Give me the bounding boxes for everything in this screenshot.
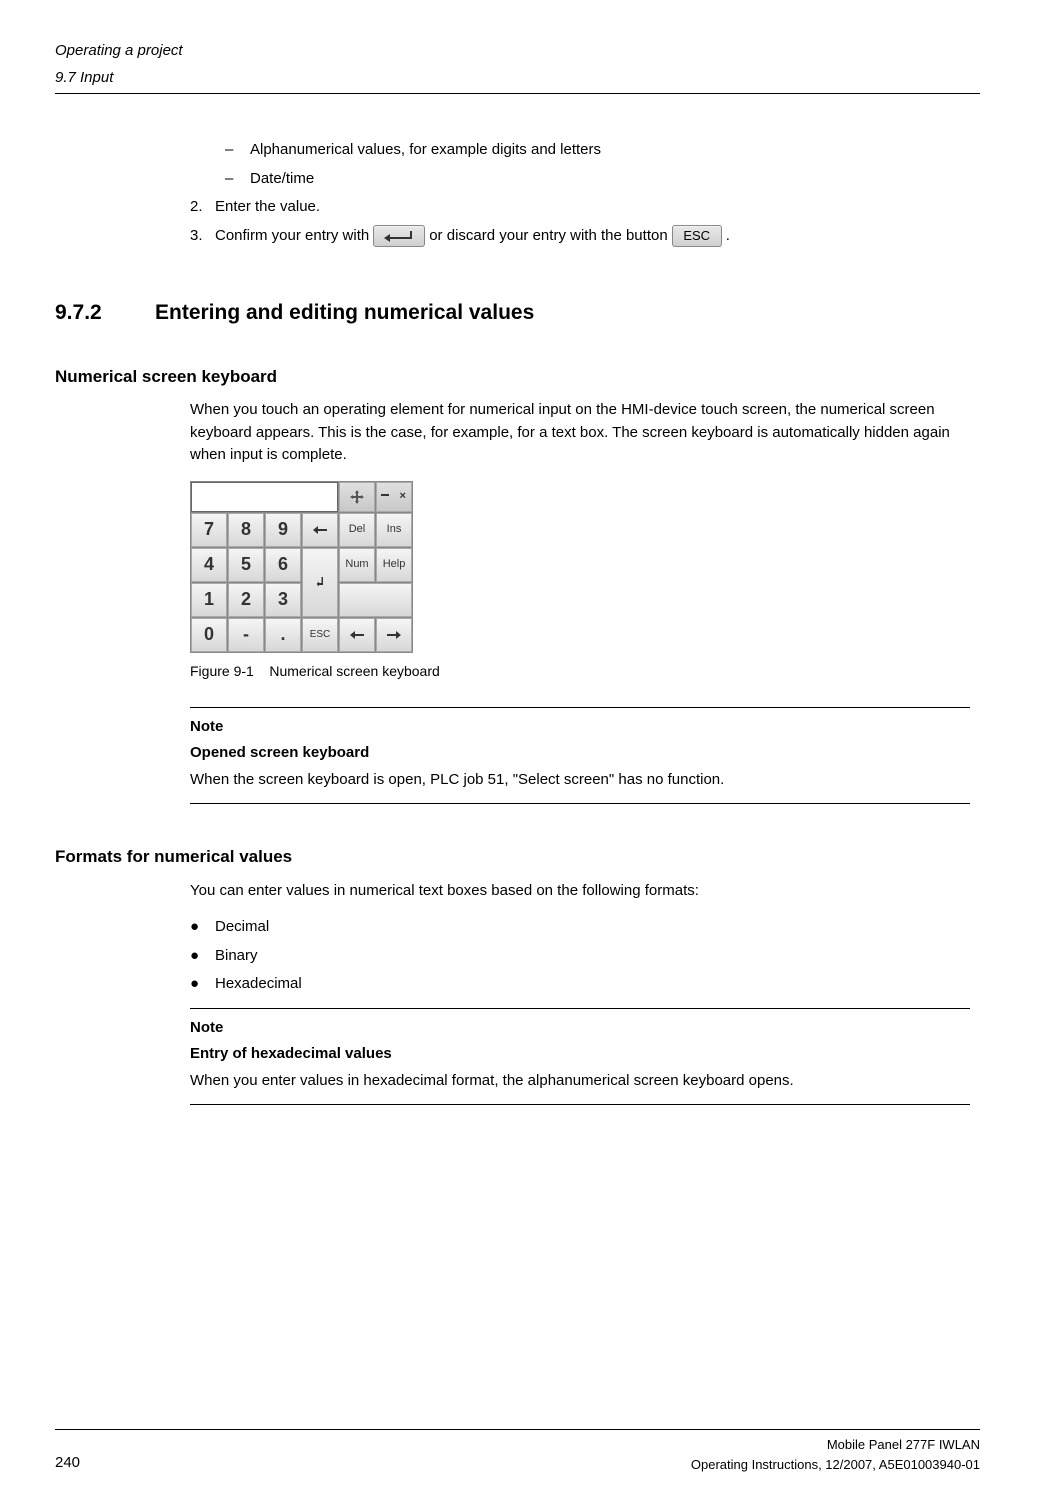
keypad-button-9[interactable]: 9 xyxy=(265,513,301,547)
para-formats: You can enter values in numerical text b… xyxy=(190,880,970,903)
keypad-minimize-button[interactable] xyxy=(377,494,394,499)
keypad-button-3[interactable]: 3 xyxy=(265,583,301,617)
keypad-button-6[interactable]: 6 xyxy=(265,548,301,582)
footer-product: Mobile Panel 277F IWLAN xyxy=(691,1435,980,1455)
bullet-text: Decimal xyxy=(215,916,269,939)
para-numerical-keyboard: When you touch an operating element for … xyxy=(190,399,970,467)
list-item: – Alphanumerical values, for example dig… xyxy=(225,139,970,162)
bullet-item: ● Decimal xyxy=(190,916,970,939)
figure-caption: Figure 9-1 Numerical screen keyboard xyxy=(190,661,970,682)
step-item: 2. Enter the value. xyxy=(190,196,970,219)
subheading-numerical-keyboard: Numerical screen keyboard xyxy=(55,364,980,390)
content-formats: You can enter values in numerical text b… xyxy=(190,880,970,1106)
keypad-button-7[interactable]: 7 xyxy=(191,513,227,547)
keypad-close-button[interactable]: × xyxy=(395,488,412,505)
step-number: 3. xyxy=(190,225,215,248)
note-subtitle: Entry of hexadecimal values xyxy=(190,1043,970,1066)
keypad-button-dot[interactable]: . xyxy=(265,618,301,652)
keypad-button-help[interactable]: Help xyxy=(376,548,412,582)
page-number: 240 xyxy=(55,1452,80,1475)
step-number: 2. xyxy=(190,196,215,219)
bullet-text: Binary xyxy=(215,945,258,968)
bullet-item: ● Binary xyxy=(190,945,970,968)
section-heading: 9.7.2 Entering and editing numerical val… xyxy=(55,297,980,329)
bullet-item: ● Hexadecimal xyxy=(190,973,970,996)
keypad: × 7 8 9 Del Ins 4 5 6 Num Help 1 2 3 xyxy=(190,481,413,653)
keypad-button-del[interactable]: Del xyxy=(339,513,375,547)
step-text: Enter the value. xyxy=(215,196,320,219)
note-hexadecimal: Note Entry of hexadecimal values When yo… xyxy=(190,1008,970,1106)
keypad-button-num[interactable]: Num xyxy=(339,548,375,582)
figure-caption-label: Figure 9-1 xyxy=(190,663,254,679)
note-text: When the screen keyboard is open, PLC jo… xyxy=(190,769,970,792)
content-numerical-keyboard: When you touch an operating element for … xyxy=(190,399,970,804)
bullet-mark: ● xyxy=(190,973,215,996)
step3-text-after: . xyxy=(726,225,730,248)
footer-docinfo: Operating Instructions, 12/2007, A5E0100… xyxy=(691,1455,980,1475)
page-header: Operating a project 9.7 Input xyxy=(55,40,980,94)
bullet-mark: ● xyxy=(190,945,215,968)
keypad-button-2[interactable]: 2 xyxy=(228,583,264,617)
dash-mark: – xyxy=(225,139,250,162)
list-item-text: Date/time xyxy=(250,168,314,191)
keypad-window-controls: × xyxy=(376,482,412,512)
keypad-button-minus[interactable]: - xyxy=(228,618,264,652)
keypad-button-0[interactable]: 0 xyxy=(191,618,227,652)
section-number: 9.7.2 xyxy=(55,297,155,329)
keypad-button-ins[interactable]: Ins xyxy=(376,513,412,547)
note-opened-keyboard: Note Opened screen keyboard When the scr… xyxy=(190,707,970,805)
note-title: Note xyxy=(190,1017,970,1040)
keypad-move-icon[interactable] xyxy=(339,482,375,512)
step3-text-middle: or discard your entry with the button xyxy=(429,225,667,248)
note-text: When you enter values in hexadecimal for… xyxy=(190,1070,970,1093)
list-item-text: Alphanumerical values, for example digit… xyxy=(250,139,601,162)
keypad-button-5[interactable]: 5 xyxy=(228,548,264,582)
keypad-button-esc[interactable]: ESC xyxy=(302,618,338,652)
keypad-button-4[interactable]: 4 xyxy=(191,548,227,582)
header-subtitle: 9.7 Input xyxy=(55,67,980,90)
esc-key-icon: ESC xyxy=(672,225,722,247)
figure-caption-text: Numerical screen keyboard xyxy=(269,663,439,679)
note-title: Note xyxy=(190,716,970,739)
keypad-blank xyxy=(339,583,412,617)
step-item: 3. Confirm your entry with or discard yo… xyxy=(190,225,970,248)
keypad-button-8[interactable]: 8 xyxy=(228,513,264,547)
bullet-text: Hexadecimal xyxy=(215,973,302,996)
bullet-mark: ● xyxy=(190,916,215,939)
dash-mark: – xyxy=(225,168,250,191)
subheading-formats: Formats for numerical values xyxy=(55,844,980,870)
keypad-display-input[interactable] xyxy=(191,482,338,512)
footer-rule xyxy=(55,1429,980,1430)
keypad-button-right[interactable] xyxy=(376,618,412,652)
top-content: – Alphanumerical values, for example dig… xyxy=(190,139,970,247)
figure-keypad: × 7 8 9 Del Ins 4 5 6 Num Help 1 2 3 xyxy=(190,481,970,653)
keypad-button-backspace[interactable] xyxy=(302,513,338,547)
step-text-line: Confirm your entry with or discard your … xyxy=(215,225,730,248)
list-item: – Date/time xyxy=(225,168,970,191)
enter-key-icon xyxy=(373,225,425,247)
header-title: Operating a project xyxy=(55,40,980,63)
page-footer: 240 Mobile Panel 277F IWLAN Operating In… xyxy=(55,1429,980,1474)
keypad-button-left[interactable] xyxy=(339,618,375,652)
section-title: Entering and editing numerical values xyxy=(155,297,534,329)
keypad-button-1[interactable]: 1 xyxy=(191,583,227,617)
step3-text-before: Confirm your entry with xyxy=(215,225,369,248)
header-rule xyxy=(55,93,980,94)
keypad-button-enter[interactable] xyxy=(302,548,338,617)
note-subtitle: Opened screen keyboard xyxy=(190,742,970,765)
footer-right: Mobile Panel 277F IWLAN Operating Instru… xyxy=(691,1435,980,1474)
